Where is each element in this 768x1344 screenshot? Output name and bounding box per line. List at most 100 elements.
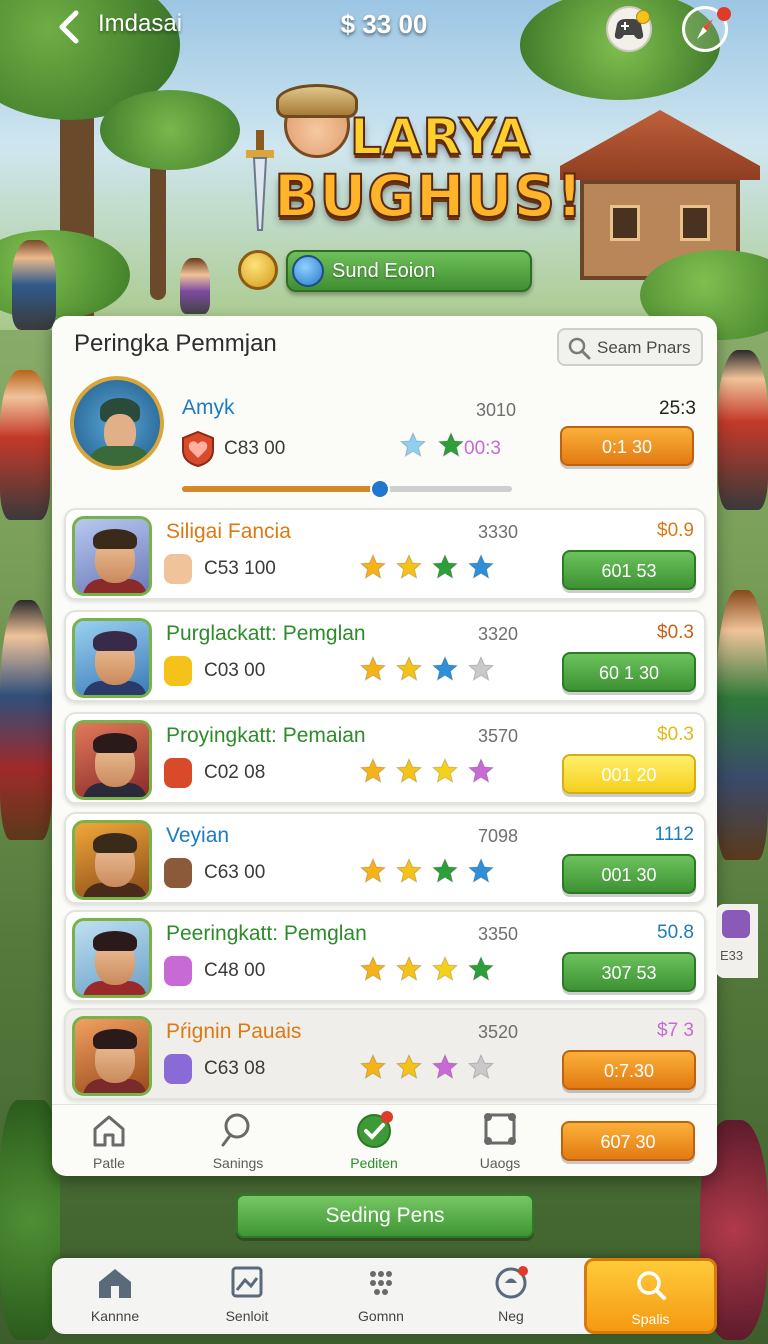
star-icon bbox=[431, 553, 459, 580]
player-score: 3520 bbox=[477, 1022, 518, 1042]
claim-button[interactable]: 0:7.30 bbox=[562, 1050, 696, 1090]
star-icon bbox=[431, 955, 459, 982]
shield-icon bbox=[722, 910, 750, 938]
player-score: 3350 bbox=[477, 924, 518, 944]
player-name: Amyk bbox=[182, 396, 235, 419]
star-icon bbox=[395, 955, 423, 982]
leaderboard-row[interactable]: Proyingkatt: Pemaian 3570 $0.3 C02 08 001 20 bbox=[64, 712, 706, 804]
leaderboard-row[interactable]: Siligai Fancia 3330 $0.9 C53 100 601 53 bbox=[64, 508, 706, 600]
leaderboard-row[interactable]: Peeringkatt: Pemglan 3350 50.8 C48 00 307 53 bbox=[64, 910, 706, 1002]
player-name: Siligai Fancia bbox=[166, 520, 291, 543]
player-value: 1112 bbox=[654, 824, 694, 845]
star-icon bbox=[467, 955, 495, 982]
gamepad-button[interactable] bbox=[606, 6, 652, 52]
coin-badge-icon bbox=[238, 250, 278, 290]
search-icon bbox=[568, 337, 591, 360]
player-score: 3570 bbox=[477, 726, 518, 746]
bottom-nav-senloit[interactable]: Senloit bbox=[184, 1266, 310, 1324]
bottom-nav-label: Neg bbox=[498, 1308, 524, 1324]
star-icon bbox=[395, 1053, 423, 1080]
player-value: $0.9 bbox=[657, 520, 694, 541]
palm-canopy bbox=[100, 90, 240, 170]
claim-button[interactable]: 0:1 30 bbox=[560, 426, 694, 466]
bottom-nav-home[interactable]: Kannne bbox=[52, 1266, 178, 1324]
navigation-icon bbox=[292, 255, 324, 287]
event-label: Sund Eoion bbox=[332, 260, 436, 282]
bottom-nav-gomnn[interactable]: Gomnn bbox=[318, 1266, 444, 1324]
claim-button[interactable]: 60 1 30 bbox=[562, 652, 696, 692]
panel-nav-uaogs[interactable]: Uaogs bbox=[445, 1111, 555, 1171]
player-coins: C02 08 bbox=[204, 762, 266, 783]
star-icon bbox=[467, 757, 495, 784]
home-outline-icon bbox=[93, 1115, 125, 1147]
player-avatar[interactable] bbox=[72, 820, 152, 900]
star-rating bbox=[359, 652, 500, 686]
player-coins: C63 00 bbox=[204, 862, 266, 883]
bottom-nav-spalis[interactable]: Spalis bbox=[584, 1258, 717, 1334]
player-avatar[interactable] bbox=[72, 720, 152, 800]
leaderboard-row[interactable]: Veyian 7098 1112 C63 00 001 30 bbox=[64, 812, 706, 904]
home-icon bbox=[99, 1269, 131, 1298]
event-button[interactable]: Sund Eoion bbox=[286, 250, 532, 292]
star-icon bbox=[359, 757, 387, 784]
search-label: Seam Pnars bbox=[597, 338, 691, 357]
player-avatar[interactable] bbox=[72, 1016, 152, 1096]
back-arrow-icon[interactable] bbox=[56, 10, 84, 44]
claim-button[interactable]: 001 20 bbox=[562, 754, 696, 794]
hero-hat bbox=[276, 84, 358, 118]
notification-dot bbox=[717, 7, 731, 21]
bottom-nav-label: Senloit bbox=[225, 1308, 269, 1324]
bottom-nav-label: Gomnn bbox=[358, 1308, 404, 1324]
panel-nav-sanings[interactable]: Sanings bbox=[183, 1111, 293, 1171]
slider-thumb[interactable] bbox=[370, 479, 390, 499]
character-left-top bbox=[12, 240, 56, 330]
panel-nav: Patle Sanings Pediten Uaogs 607 30 bbox=[52, 1104, 717, 1176]
character-right-bottom bbox=[716, 590, 768, 860]
item-icon bbox=[164, 1054, 192, 1084]
game-logo: LARYA BUGHUS! bbox=[240, 84, 584, 250]
shield-heart-icon bbox=[182, 430, 214, 468]
character-left-bottom bbox=[0, 600, 52, 840]
star-icon bbox=[431, 1053, 459, 1080]
star-icon bbox=[395, 857, 423, 884]
page-title: Imdasai bbox=[98, 10, 183, 37]
leaves-left bbox=[0, 1100, 60, 1340]
character-small bbox=[180, 258, 210, 314]
balance-display: $ 33 00 bbox=[340, 9, 428, 39]
side-peek-card[interactable]: E33 bbox=[716, 904, 758, 978]
item-icon bbox=[164, 656, 192, 686]
star-icon bbox=[431, 857, 459, 884]
progress-slider[interactable] bbox=[182, 479, 512, 499]
sending-pens-button[interactable]: Seding Pens bbox=[236, 1194, 534, 1238]
check-circle-icon bbox=[357, 1111, 393, 1148]
star-rating bbox=[359, 754, 500, 788]
star-icon bbox=[359, 553, 387, 580]
search-icon bbox=[636, 1271, 666, 1300]
panel-nav-patle[interactable]: Patle bbox=[54, 1111, 164, 1171]
star-icon bbox=[395, 655, 423, 682]
search-players-button[interactable]: Seam Pnars bbox=[557, 328, 703, 366]
compass-button[interactable] bbox=[682, 6, 731, 52]
slider-fill bbox=[182, 486, 380, 492]
player-avatar[interactable] bbox=[72, 516, 152, 596]
search-outline-icon bbox=[221, 1113, 250, 1147]
bottom-nav-neg[interactable]: Neg bbox=[448, 1266, 574, 1324]
top-player-row[interactable]: Amyk 3010 25:3 C83 00 00:3 0:1 30 bbox=[64, 376, 706, 496]
player-avatar[interactable] bbox=[72, 618, 152, 698]
claim-button[interactable]: 307 53 bbox=[562, 952, 696, 992]
panel-nav-pediten[interactable]: Pediten bbox=[319, 1111, 429, 1171]
panel-nav-action-button[interactable]: 607 30 bbox=[561, 1121, 695, 1161]
leaderboard-row[interactable]: Purglackatt: Pemglan 3320 $0.3 C03 00 60 1 3… bbox=[64, 610, 706, 702]
star-icon bbox=[395, 553, 423, 580]
bottom-nav-label: Spalis bbox=[631, 1311, 670, 1327]
player-name: Proyingkatt: Pemaian bbox=[166, 724, 366, 747]
character-left bbox=[0, 370, 50, 520]
player-coins: C83 00 bbox=[224, 438, 286, 459]
star-icon bbox=[431, 655, 459, 682]
claim-button[interactable]: 601 53 bbox=[562, 550, 696, 590]
bottom-nav-label: Kannne bbox=[90, 1308, 140, 1324]
player-avatar[interactable] bbox=[72, 918, 152, 998]
leaderboard-row[interactable]: Pŕignin Pauais 3520 $7 3 C63 08 0:7.30 bbox=[64, 1008, 706, 1100]
star-rating bbox=[359, 952, 500, 986]
claim-button[interactable]: 001 30 bbox=[562, 854, 696, 894]
